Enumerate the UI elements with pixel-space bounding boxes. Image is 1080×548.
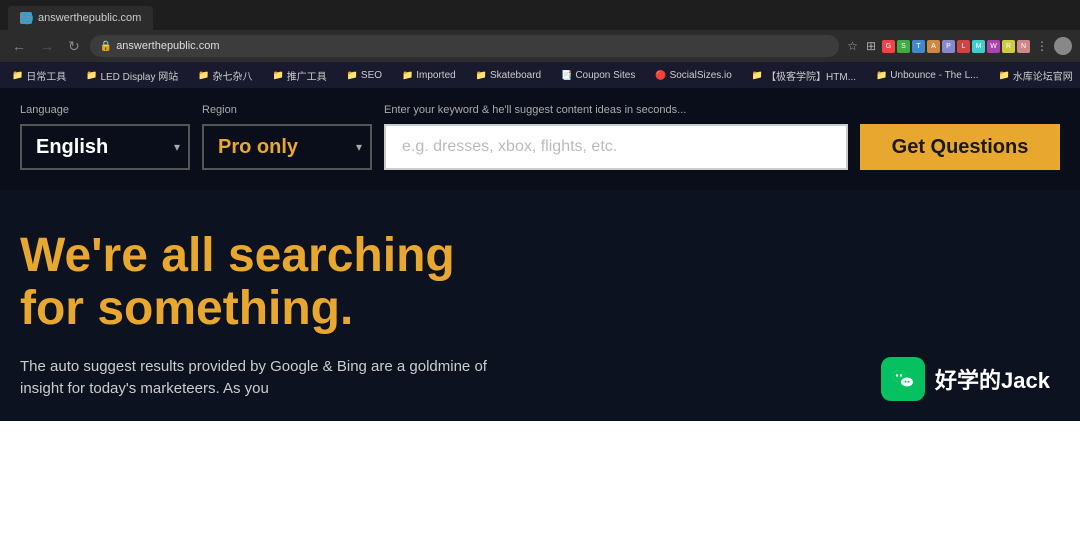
bookmark-label: 杂七杂八 bbox=[212, 68, 252, 83]
browser-nav-bar: ← → ↻ 🔒 answerthepublic.com ☆ ⊞ G S T A … bbox=[0, 30, 1080, 62]
ext-icon-1: G bbox=[882, 40, 895, 53]
wechat-platform-text: 好学的Jack bbox=[935, 363, 1050, 395]
ext-icon-9: R bbox=[1002, 40, 1015, 53]
ext-icon-8: W bbox=[987, 40, 1000, 53]
search-section: Language Region Enter your keyword & he'… bbox=[0, 88, 1080, 190]
bookmark-folder-icon: 📁 bbox=[476, 70, 487, 81]
reload-button[interactable]: ↻ bbox=[64, 37, 84, 55]
bookmark-label: 【极客学院】HTM... bbox=[766, 68, 856, 83]
ext-icon-5: P bbox=[942, 40, 955, 53]
region-select-wrapper: Pro only bbox=[202, 124, 372, 170]
address-bar[interactable]: 🔒 answerthepublic.com bbox=[90, 35, 839, 57]
hero-body: The auto suggest results provided by Goo… bbox=[20, 356, 520, 401]
bookmark-label: SEO bbox=[361, 70, 382, 81]
hero-headline: We're all searching for something. bbox=[20, 230, 520, 336]
search-controls-row: English Pro only Get Questions bbox=[20, 124, 1060, 170]
keyword-input[interactable] bbox=[384, 124, 848, 170]
bookmark-item[interactable]: 📁 LED Display 网站 bbox=[82, 66, 182, 85]
language-select[interactable]: English bbox=[20, 124, 190, 170]
forward-button[interactable]: → bbox=[36, 37, 58, 55]
ext-icon-6: L bbox=[957, 40, 970, 53]
browser-tabs-bar: 🌐 answerthepublic.com bbox=[0, 0, 1080, 30]
bookmark-folder-icon: 📁 bbox=[198, 70, 209, 81]
bookmark-folder-icon: 📁 bbox=[752, 70, 763, 81]
ext-icon-2: S bbox=[897, 40, 910, 53]
bookmark-item[interactable]: 📁 杂七杂八 bbox=[194, 66, 256, 85]
ext-icon-10: N bbox=[1017, 40, 1030, 53]
extension-icons: G S T A P L M W R N bbox=[882, 40, 1030, 53]
search-label-row: Language Region Enter your keyword & he'… bbox=[20, 104, 1060, 116]
url-text: answerthepublic.com bbox=[116, 40, 219, 52]
wechat-logo-icon bbox=[881, 357, 925, 401]
bookmark-folder-icon: 📁 bbox=[86, 70, 97, 81]
bookmark-label: Unbounce - The L... bbox=[890, 70, 978, 81]
keyword-field-label: Enter your keyword & he'll suggest conte… bbox=[384, 104, 1060, 116]
tab-favicon: 🌐 bbox=[20, 12, 32, 24]
bookmark-page-icon: 📑 bbox=[561, 70, 572, 81]
get-questions-button[interactable]: Get Questions bbox=[860, 124, 1060, 170]
wechat-watermark: 好学的Jack bbox=[881, 357, 1050, 401]
nav-icons-right: ☆ ⊞ G S T A P L M W R N ⋮ bbox=[845, 37, 1072, 55]
bookmark-label: Skateboard bbox=[490, 70, 541, 81]
language-select-wrapper: English bbox=[20, 124, 190, 170]
language-field-label: Language bbox=[20, 104, 190, 116]
ext-icon-4: A bbox=[927, 40, 940, 53]
bookmark-item[interactable]: 📁 【极客学院】HTM... bbox=[748, 66, 860, 85]
bookmark-star-button[interactable]: ☆ bbox=[845, 37, 860, 55]
browser-tab[interactable]: 🌐 answerthepublic.com bbox=[8, 6, 153, 30]
bookmark-label: Coupon Sites bbox=[575, 70, 635, 81]
bookmark-item[interactable]: 📁 日常工具 bbox=[8, 66, 70, 85]
bookmark-folder-icon: 📁 bbox=[12, 70, 23, 81]
bookmark-folder-icon: 📁 bbox=[402, 70, 413, 81]
bookmark-label: SocialSizes.io bbox=[670, 70, 732, 81]
extensions-button[interactable]: ⊞ bbox=[864, 37, 878, 55]
bookmark-item[interactable]: 📁 推广工具 bbox=[268, 66, 330, 85]
tab-label: answerthepublic.com bbox=[38, 12, 141, 24]
bookmark-item[interactable]: 📁 Unbounce - The L... bbox=[872, 68, 982, 83]
bookmark-label: 日常工具 bbox=[26, 68, 66, 83]
profile-icon bbox=[1054, 37, 1072, 55]
browser-chrome: 🌐 answerthepublic.com ← → ↻ 🔒 answerthep… bbox=[0, 0, 1080, 62]
region-select[interactable]: Pro only bbox=[202, 124, 372, 170]
bookmark-label: Imported bbox=[416, 70, 455, 81]
bookmark-item[interactable]: 📁 水库论坛官网 bbox=[994, 66, 1076, 85]
bookmark-item[interactable]: 📁 SEO bbox=[343, 68, 386, 83]
menu-button[interactable]: ⋮ bbox=[1034, 37, 1050, 55]
bookmark-label: LED Display 网站 bbox=[100, 68, 178, 83]
bookmark-folder-icon: 📁 bbox=[998, 70, 1009, 81]
bookmark-item[interactable]: 🔴 SocialSizes.io bbox=[651, 68, 735, 83]
hero-section: We're all searching for something. The a… bbox=[0, 190, 1080, 421]
bookmark-item[interactable]: 📁 Imported bbox=[398, 68, 460, 83]
bookmark-folder-icon: 📁 bbox=[347, 70, 358, 81]
lock-icon: 🔒 bbox=[100, 41, 112, 52]
bookmark-folder-icon: 📁 bbox=[272, 70, 283, 81]
ext-icon-7: M bbox=[972, 40, 985, 53]
bookmark-item[interactable]: 📁 Skateboard bbox=[472, 68, 545, 83]
bookmark-item[interactable]: 📑 Coupon Sites bbox=[557, 68, 639, 83]
ext-icon-3: T bbox=[912, 40, 925, 53]
bookmark-folder-icon: 📁 bbox=[876, 70, 887, 81]
bookmark-label: 水库论坛官网 bbox=[1013, 68, 1073, 83]
bookmark-label: 推广工具 bbox=[287, 68, 327, 83]
back-button[interactable]: ← bbox=[8, 37, 30, 55]
bookmarks-bar: 📁 日常工具 📁 LED Display 网站 📁 杂七杂八 📁 推广工具 📁 … bbox=[0, 62, 1080, 88]
bookmark-logo-icon: 🔴 bbox=[655, 70, 666, 81]
region-field-label: Region bbox=[202, 104, 372, 116]
